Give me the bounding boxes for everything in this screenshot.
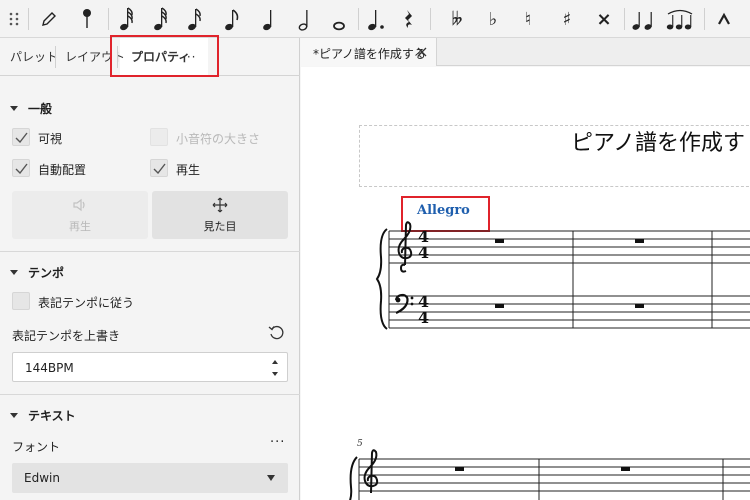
chevron-down-icon	[267, 475, 275, 481]
play-label: 再生	[176, 163, 201, 177]
note-input-toolbar: 𝄫 ♭ ♮ ♯ ×	[0, 0, 750, 38]
auto-place-checkbox[interactable]	[12, 159, 30, 177]
properties-panel: パレット レイアウト プロパティ ··· 一般 可視 小音符の大きさ 自動配置 …	[0, 35, 300, 500]
follow-written-tempo-checkbox[interactable]	[12, 292, 30, 310]
section-tempo-header[interactable]: テンポ	[10, 263, 64, 281]
score-canvas[interactable]: ピアノ譜を作成す Allegro 4 4 4 4 5	[301, 67, 750, 500]
augmentation-dot-icon[interactable]	[364, 0, 390, 38]
move-arrows-icon	[212, 197, 228, 213]
panel-tab-bar: パレット レイアウト プロパティ ···	[0, 35, 300, 77]
quarter-rest-icon[interactable]	[398, 0, 420, 38]
document-tab[interactable]: *ピアノ譜を作成する	[301, 38, 437, 66]
spin-arrows-icon[interactable]	[271, 358, 279, 378]
tempo-override-spinbox[interactable]: 144BPM	[12, 352, 288, 382]
double-flat-icon[interactable]: 𝄫	[445, 0, 469, 38]
collapse-caret-icon	[10, 412, 18, 418]
pencil-icon[interactable]	[38, 0, 60, 38]
treble-clef-icon	[363, 449, 379, 494]
natural-icon[interactable]: ♮	[517, 0, 539, 38]
slur-icon[interactable]	[664, 0, 696, 38]
bass-clef-icon	[394, 293, 414, 315]
section-general-header[interactable]: 一般	[10, 99, 52, 117]
auto-place-label: 自動配置	[38, 163, 87, 177]
measure-number: 5	[357, 439, 363, 449]
marcato-icon[interactable]	[712, 0, 736, 38]
document-tab-title: *ピアノ譜を作成する	[313, 47, 426, 61]
section-text-header[interactable]: テキスト	[10, 406, 76, 424]
follow-written-tempo-label: 表記テンポに従う	[38, 296, 135, 310]
eighth-note-icon[interactable]	[221, 0, 243, 38]
double-sharp-icon[interactable]: ×	[593, 0, 615, 38]
sharp-icon[interactable]: ♯	[556, 0, 578, 38]
small-note-label: 小音符の大きさ	[176, 132, 261, 146]
half-note-icon[interactable]	[294, 0, 316, 38]
tempo-value: 144BPM	[25, 361, 74, 375]
checkmark-icon	[15, 132, 28, 143]
collapse-caret-icon	[10, 105, 18, 111]
speaker-icon	[73, 198, 85, 212]
whole-note-icon[interactable]	[328, 0, 350, 38]
font-value: Edwin	[24, 471, 60, 485]
flat-icon[interactable]: ♭	[482, 0, 504, 38]
playback-button[interactable]: 再生	[12, 191, 148, 239]
64th-note-icon[interactable]	[116, 0, 138, 38]
16th-note-icon[interactable]	[184, 0, 206, 38]
appearance-button[interactable]: 見た目	[152, 191, 288, 239]
pin-icon[interactable]	[76, 0, 98, 38]
quarter-note-icon[interactable]	[258, 0, 280, 38]
tab-highlight-box	[110, 35, 219, 77]
drag-handle-icon[interactable]	[4, 0, 24, 38]
font-label: フォント	[12, 440, 61, 454]
visible-checkbox[interactable]	[12, 128, 30, 146]
font-more-icon[interactable]: ···	[270, 435, 285, 450]
32nd-note-icon[interactable]	[150, 0, 172, 38]
tie-icon[interactable]	[630, 0, 658, 38]
play-checkbox[interactable]	[150, 159, 168, 177]
reset-icon[interactable]	[268, 325, 284, 344]
override-tempo-label: 表記テンポを上書き	[12, 329, 121, 343]
document-tab-bar: *ピアノ譜を作成する	[301, 38, 750, 66]
checkmark-icon	[153, 163, 166, 174]
close-icon[interactable]	[417, 47, 427, 57]
treble-time-sig-bottom: 4	[418, 243, 430, 262]
bass-time-sig-bottom: 4	[418, 308, 430, 327]
checkmark-icon	[15, 163, 28, 174]
tab-palette[interactable]: パレット	[10, 38, 58, 76]
system-1-staves	[349, 228, 750, 500]
font-dropdown[interactable]: Edwin	[12, 463, 288, 493]
collapse-caret-icon	[10, 269, 18, 275]
visible-label: 可視	[38, 132, 63, 146]
small-note-checkbox[interactable]	[150, 128, 168, 146]
treble-clef-icon	[397, 221, 413, 273]
